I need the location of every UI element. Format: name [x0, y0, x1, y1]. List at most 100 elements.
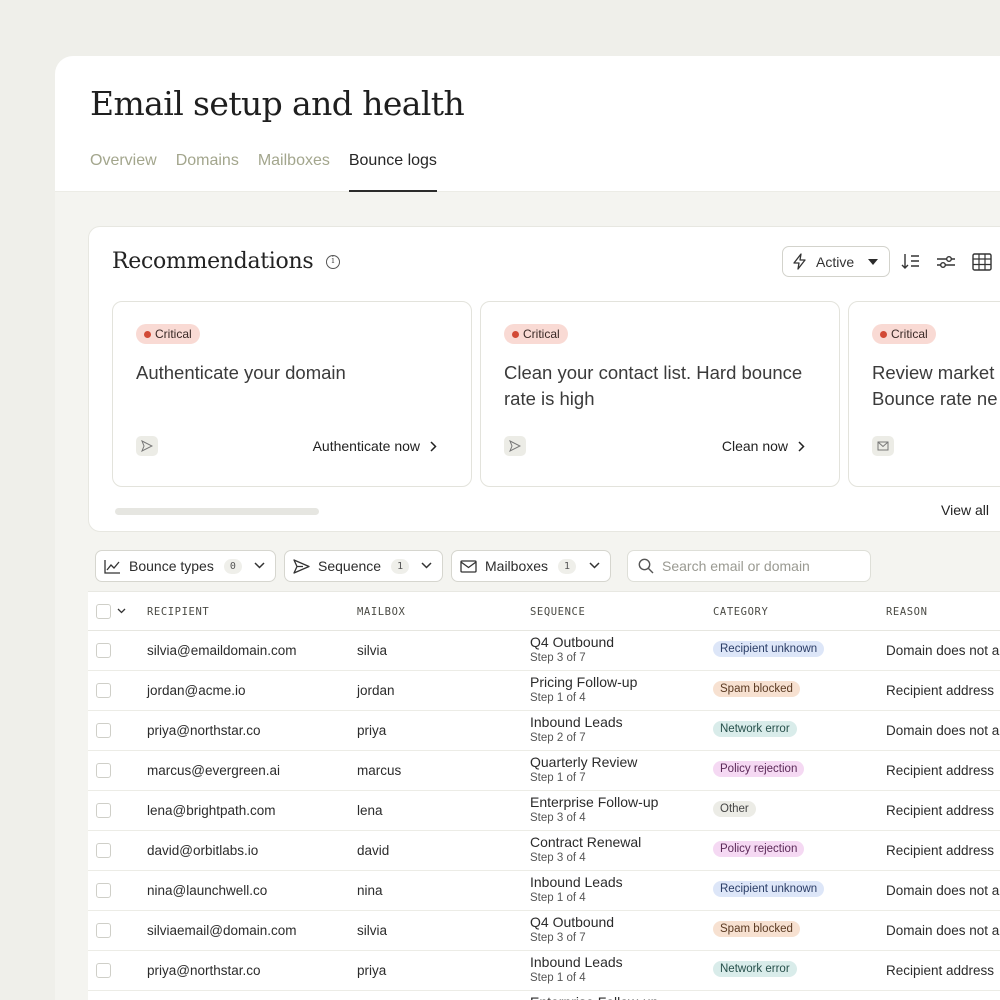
reason-cell: Recipient address	[886, 683, 995, 698]
critical-badge: Critical	[872, 324, 936, 344]
sequence-name: Pricing Follow-up	[530, 674, 638, 690]
clean-now-button[interactable]: Clean now	[722, 438, 805, 454]
category-badge: Other	[713, 801, 756, 817]
info-icon[interactable]: i	[326, 255, 340, 269]
sort-icon[interactable]	[900, 251, 922, 273]
chevron-down-icon	[589, 562, 600, 569]
view-all-link[interactable]: View all	[941, 502, 989, 518]
chevron-down-icon	[421, 562, 432, 569]
critical-badge: Critical	[136, 324, 200, 344]
filter-label: Sequence	[318, 558, 382, 574]
recommendation-text: Clean your contact list. Hard bounce rat…	[504, 362, 803, 409]
filter-sliders-icon[interactable]	[935, 251, 957, 273]
row-checkbox[interactable]	[96, 883, 111, 898]
tab-overview[interactable]: Overview	[90, 152, 157, 192]
main-panel: Email setup and health Overview Domains …	[55, 56, 1000, 1000]
table-row[interactable]: nina@launchwell.co nina Inbound Leads Step …	[88, 871, 1000, 911]
row-checkbox[interactable]	[96, 843, 111, 858]
mailbox-cell: lena	[357, 803, 383, 818]
table-row[interactable]: silviaemail@domain.com silvia Q4 Outbound S…	[88, 911, 1000, 951]
sequence-cell: Enterprise Follow-up	[530, 994, 658, 1000]
authenticate-now-button[interactable]: Authenticate now	[313, 438, 437, 454]
recommendation-item[interactable]: Critical Review market Bounce rate ne	[848, 301, 1000, 487]
bounce-log-table: RECIPIENT MAILBOX SEQUENCE CATEGORY REAS…	[88, 591, 1000, 1000]
category-badge: Policy rejection	[713, 841, 805, 857]
sequence-cell: Contract Renewal Step 3 of 4	[530, 834, 641, 865]
category-badge: Network error	[713, 961, 797, 977]
row-checkbox[interactable]	[96, 643, 111, 658]
reason-cell: Recipient address	[886, 963, 995, 978]
caret-down-icon	[868, 259, 878, 265]
critical-badge: Critical	[504, 324, 568, 344]
category-badge: Network error	[713, 721, 797, 737]
filter-count: 1	[391, 558, 410, 574]
tab-bounce-logs[interactable]: Bounce logs	[348, 152, 437, 192]
row-checkbox[interactable]	[96, 923, 111, 938]
tab-domains[interactable]: Domains	[176, 152, 239, 192]
table-row[interactable]: marcus@evergreen.ai marcus Quarterly Revie…	[88, 751, 1000, 791]
column-header-recipient[interactable]: RECIPIENT	[147, 606, 209, 618]
sequence-step: Step 1 of 7	[530, 772, 586, 784]
recommendation-item[interactable]: Critical Clean your contact list. Hard b…	[480, 301, 840, 487]
send-icon	[293, 558, 310, 574]
sequence-step: Step 1 of 4	[530, 892, 586, 904]
reason-cell: Domain does not a	[886, 883, 1000, 898]
column-header-mailbox[interactable]: MAILBOX	[357, 606, 405, 618]
lightning-icon	[793, 253, 806, 270]
table-row[interactable]: david@orbitlabs.io david Contract Renewal S…	[88, 831, 1000, 871]
mailbox-cell: marcus	[357, 763, 402, 778]
mailbox-cell: nina	[357, 883, 383, 898]
table-row[interactable]: lena@brightpath.com lena Enterprise Follow…	[88, 791, 1000, 831]
sequence-name: Inbound Leads	[530, 954, 623, 970]
table-row[interactable]: priya@northstar.co priya Inbound Leads Step…	[88, 951, 1000, 991]
chevron-down-icon[interactable]	[117, 608, 126, 614]
row-checkbox[interactable]	[96, 803, 111, 818]
column-header-category[interactable]: CATEGORY	[713, 606, 768, 618]
sequence-cell: Inbound Leads Step 1 of 4	[530, 954, 623, 985]
sequence-cell: Q4 Outbound Step 3 of 7	[530, 634, 614, 665]
sequence-name: Enterprise Follow-up	[530, 994, 658, 1000]
row-checkbox[interactable]	[96, 763, 111, 778]
reason-cell: Recipient address	[886, 763, 995, 778]
status-filter-label: Active	[816, 253, 855, 270]
tab-mailboxes[interactable]: Mailboxes	[258, 152, 330, 192]
sequence-filter[interactable]: Sequence 1	[284, 550, 443, 582]
search-placeholder: Search email or domain	[662, 558, 810, 574]
filter-bar: Bounce types 0 Sequence 1 Mailboxes 1 Se…	[95, 550, 1000, 582]
row-checkbox[interactable]	[96, 683, 111, 698]
table-row[interactable]: Enterprise Follow-up	[88, 991, 1000, 1000]
table-row[interactable]: silvia@emaildomain.com silvia Q4 Outbound S…	[88, 631, 1000, 671]
reason-cell: Domain does not a	[886, 723, 1000, 738]
mailbox-cell: silvia	[357, 643, 388, 658]
horizontal-scrollbar[interactable]	[115, 508, 319, 515]
mailboxes-filter[interactable]: Mailboxes 1	[451, 550, 611, 582]
recipient-cell: silviaemail@domain.com	[147, 923, 297, 938]
recipient-cell: david@orbitlabs.io	[147, 843, 259, 858]
column-header-reason[interactable]: REASON	[886, 606, 928, 618]
mail-icon	[872, 436, 894, 456]
reason-cell: Recipient address	[886, 843, 995, 858]
chevron-right-icon	[430, 440, 437, 452]
mailbox-cell: priya	[357, 723, 387, 738]
sequence-step: Step 1 of 4	[530, 972, 586, 984]
chevron-down-icon	[254, 562, 265, 569]
search-input[interactable]: Search email or domain	[627, 550, 871, 582]
recommendations-card: Recommendations i Active Critical Authen…	[88, 226, 1000, 532]
sequence-name: Inbound Leads	[530, 714, 623, 730]
sequence-cell: Enterprise Follow-up Step 3 of 4	[530, 794, 658, 825]
bounce-types-filter[interactable]: Bounce types 0	[95, 550, 276, 582]
table-row[interactable]: jordan@acme.io jordan Pricing Follow-up Ste…	[88, 671, 1000, 711]
sequence-step: Step 3 of 7	[530, 932, 586, 944]
select-all-checkbox[interactable]	[96, 604, 111, 619]
sequence-step: Step 3 of 7	[530, 652, 586, 664]
recommendation-item[interactable]: Critical Authenticate your domain Authen…	[112, 301, 472, 487]
row-checkbox[interactable]	[96, 963, 111, 978]
recommendation-text: Review market Bounce rate ne	[872, 362, 998, 409]
table-view-icon[interactable]	[971, 251, 993, 273]
table-row[interactable]: priya@northstar.co priya Inbound Leads Step…	[88, 711, 1000, 751]
status-filter-select[interactable]: Active	[782, 246, 890, 277]
row-checkbox[interactable]	[96, 723, 111, 738]
chevron-right-icon	[798, 440, 805, 452]
category-badge: Spam blocked	[713, 681, 800, 697]
column-header-sequence[interactable]: SEQUENCE	[530, 606, 585, 618]
